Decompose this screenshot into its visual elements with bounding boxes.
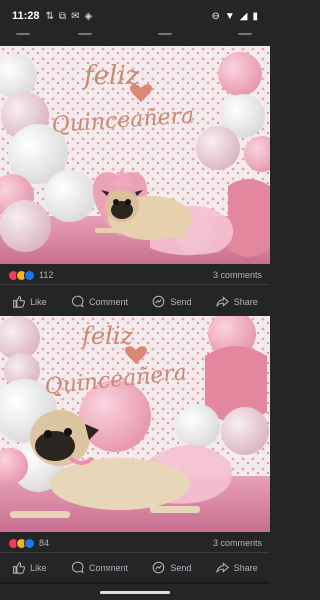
reactions-summary[interactable]: 112 3 comments <box>0 264 270 286</box>
share-icon <box>216 296 229 307</box>
wifi-icon: ▼ <box>224 10 235 22</box>
comment-label: Comment <box>89 562 129 573</box>
post-photo[interactable]: feliz Quinceañera <box>0 316 270 532</box>
slack-icon: ⧉ <box>58 10 67 22</box>
thumbs-up-icon <box>13 562 26 574</box>
signal-bars-icon: ◢ <box>239 10 248 22</box>
share-label: Share <box>233 296 258 307</box>
share-button[interactable]: Share <box>216 295 258 308</box>
share-button[interactable]: Share <box>216 561 258 574</box>
post-photo[interactable]: feliz Quinceañera <box>0 46 270 264</box>
like-button[interactable]: Like <box>12 561 47 574</box>
comment-button[interactable]: Comment <box>71 561 128 574</box>
system-nav-bar <box>0 584 270 600</box>
battery-icon: ▮ <box>252 10 258 22</box>
like-icon <box>24 269 35 281</box>
system-icons: ⊖ ▼ ◢ ▮ <box>211 11 258 22</box>
post-actions: Like Comment Send Share <box>0 284 270 318</box>
comments-count[interactable]: 3 comments <box>213 538 262 548</box>
notification-icons: ⇅ ⧉ ✉ ◈ <box>46 11 93 22</box>
reactions-summary[interactable]: 84 3 comments <box>0 532 270 554</box>
post-actions: Like Comment Send Share <box>0 552 270 582</box>
reaction-count: 112 <box>39 270 54 280</box>
send-button[interactable]: Send <box>152 295 191 308</box>
like-label: Like <box>30 562 47 573</box>
send-label: Send <box>170 296 192 307</box>
reaction-icons <box>8 537 35 549</box>
banner-line1: feliz <box>80 322 133 350</box>
comment-label: Comment <box>89 296 129 307</box>
share-icon <box>216 562 229 573</box>
send-label: Send <box>170 562 192 573</box>
previous-post-actions-edge <box>0 32 270 46</box>
reaction-count: 84 <box>39 538 50 548</box>
share-label: Share <box>233 562 258 573</box>
screen: 11:28 ⇅ ⧉ ✉ ◈ ⊖ ▼ ◢ ▮ feliz Quinceañera … <box>0 0 270 600</box>
comment-button[interactable]: Comment <box>71 295 128 308</box>
party-photo-1: feliz Quinceañera <box>0 46 270 264</box>
signal-icon: ⇅ <box>45 10 54 22</box>
status-time: 11:28 <box>12 10 40 22</box>
comment-icon <box>71 295 84 308</box>
comments-count[interactable]: 3 comments <box>213 270 262 280</box>
home-gesture-handle[interactable] <box>100 591 170 594</box>
like-icon <box>24 537 35 549</box>
reaction-icons <box>8 269 35 281</box>
like-label: Like <box>30 296 47 307</box>
party-photo-2: feliz Quinceañera <box>0 316 270 532</box>
nfl-icon: ◈ <box>84 10 93 22</box>
dnd-icon: ⊖ <box>211 10 220 22</box>
status-bar: 11:28 ⇅ ⧉ ✉ ◈ ⊖ ▼ ◢ ▮ <box>0 0 270 32</box>
comment-icon <box>71 561 84 574</box>
messenger-icon <box>153 561 165 574</box>
thumbs-up-icon <box>13 296 26 308</box>
gmail-icon: ✉ <box>71 10 80 22</box>
send-button[interactable]: Send <box>152 561 191 574</box>
like-button[interactable]: Like <box>12 295 47 308</box>
messenger-icon <box>153 295 165 308</box>
